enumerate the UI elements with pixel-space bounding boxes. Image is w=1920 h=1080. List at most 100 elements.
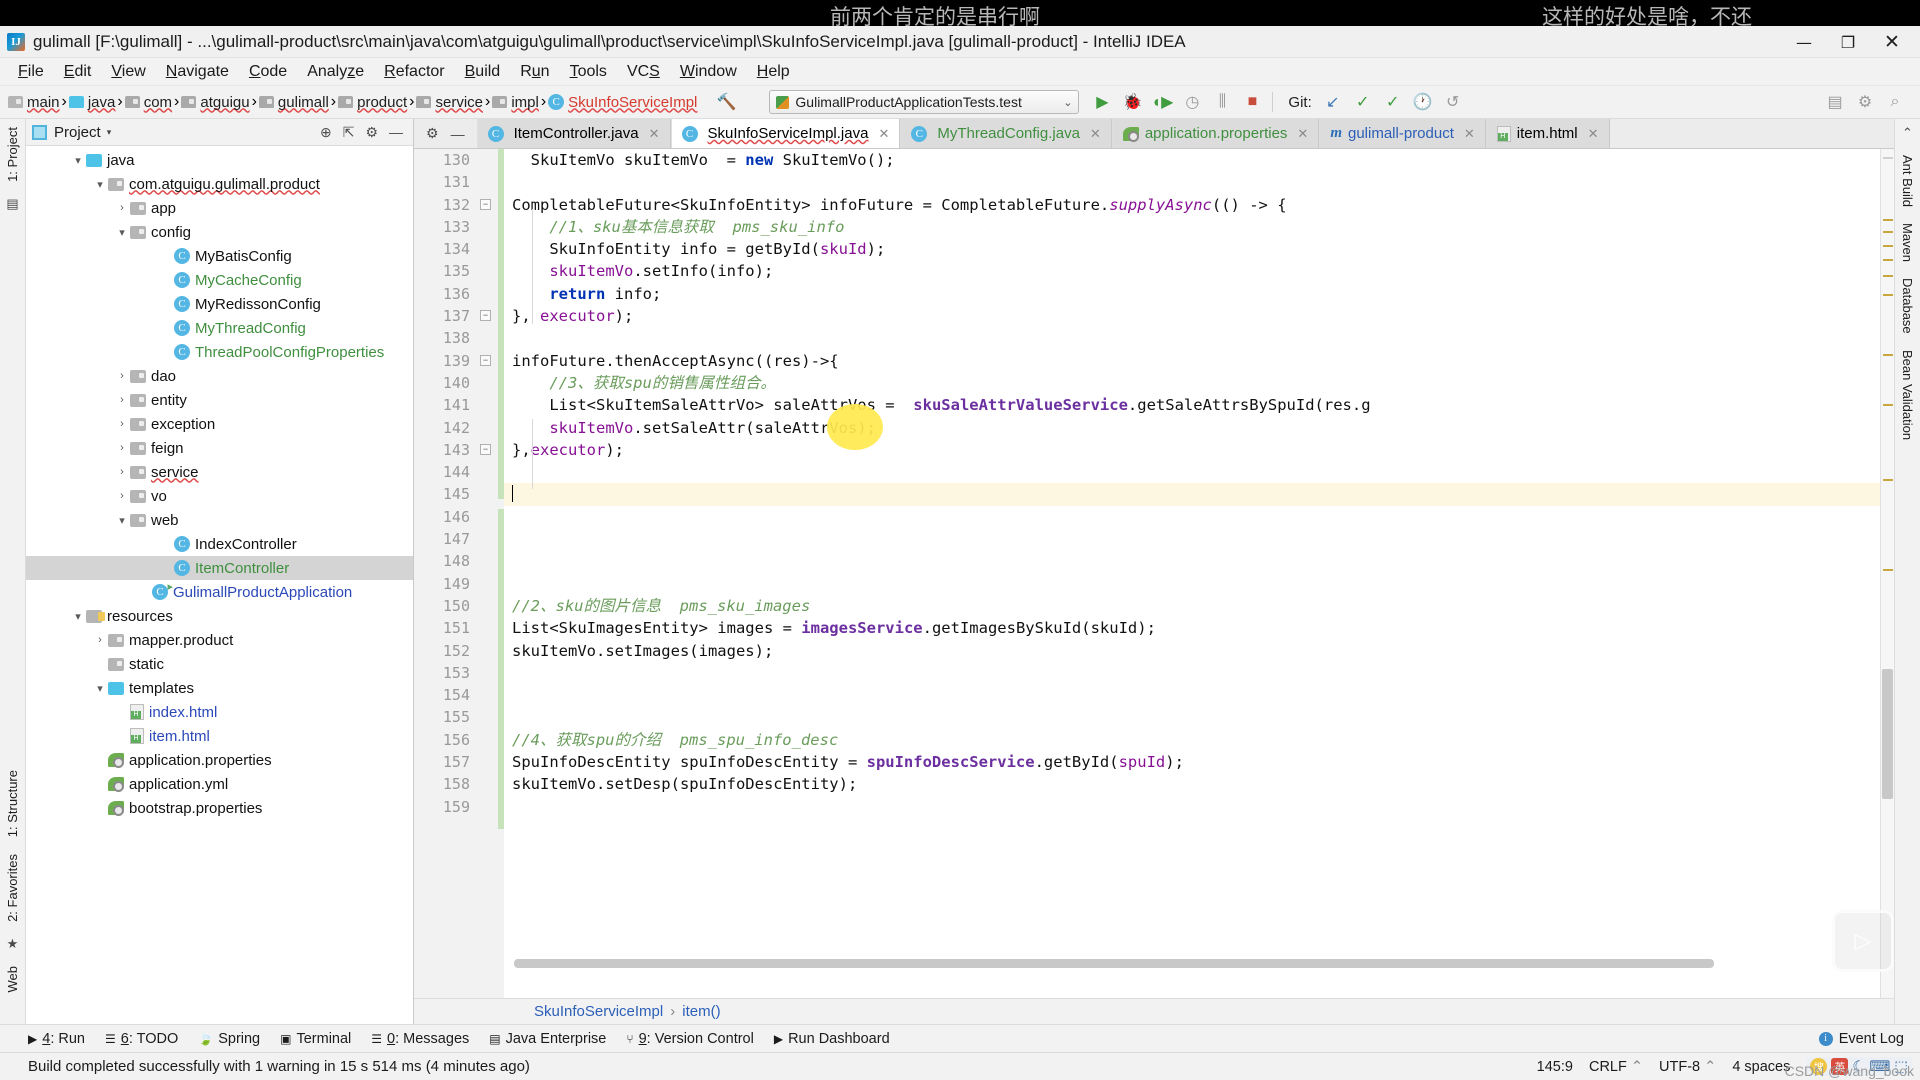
tool-run[interactable]: ▶ 4: Run (28, 1031, 85, 1047)
close-icon[interactable]: ✕ (1588, 126, 1599, 142)
star-icon[interactable]: ★ (7, 936, 19, 952)
tree-node-app[interactable]: › app (26, 196, 413, 220)
chevron-down-icon[interactable]: ▾ (70, 154, 86, 167)
tool-messages[interactable]: ☰ 0: Messages (371, 1031, 469, 1047)
menu-item-navigate[interactable]: Navigate (156, 61, 239, 83)
line-number[interactable]: 143 (414, 439, 476, 461)
chevron-down-icon[interactable]: ▾ (114, 226, 130, 239)
editor-tab-mythreadconfig-java[interactable]: C MyThreadConfig.java ✕ (900, 119, 1112, 148)
tree-node-mybatisconfig[interactable]: C MyBatisConfig (26, 244, 413, 268)
line-number[interactable]: 130 (414, 149, 476, 171)
chevron-right-icon[interactable]: › (114, 418, 130, 430)
code-line[interactable]: return info; (504, 283, 1880, 305)
caret-position[interactable]: 145:9 (1537, 1059, 1573, 1075)
code-line[interactable] (504, 796, 1880, 818)
run-configuration-selector[interactable]: GulimallProductApplicationTests.test ⌄ (769, 90, 1080, 114)
editor-tab-item-html[interactable]: item.html ✕ (1485, 119, 1610, 148)
line-number[interactable]: 144 (414, 461, 476, 483)
stop-icon[interactable]: ■ (1237, 88, 1267, 116)
tree-node-itemcontroller[interactable]: C ItemController (26, 556, 413, 580)
chevron-down-icon[interactable]: ▾ (107, 127, 112, 138)
line-number[interactable]: 158 (414, 773, 476, 795)
run-icon[interactable]: ▶ (1087, 88, 1117, 116)
menu-item-view[interactable]: View (101, 61, 155, 83)
line-number[interactable]: 135 (414, 260, 476, 282)
code-line[interactable] (504, 483, 1880, 506)
breadcrumb-item-product[interactable]: product (336, 93, 409, 112)
breadcrumb-item-com[interactable]: com (123, 93, 174, 112)
editor-tab-application-properties[interactable]: application.properties ✕ (1111, 119, 1320, 148)
menu-item-help[interactable]: Help (747, 61, 800, 83)
settings-gear-icon[interactable]: ⚙ (426, 125, 439, 142)
menu-item-edit[interactable]: Edit (54, 61, 102, 83)
editor-tab-gulimall-product[interactable]: m gulimall-product ✕ (1319, 119, 1486, 148)
tree-node-exception[interactable]: › exception (26, 412, 413, 436)
chevron-right-icon[interactable]: › (114, 490, 130, 502)
line-number[interactable]: 131 (414, 171, 476, 193)
tree-node-config[interactable]: ▾ config (26, 220, 413, 244)
line-number[interactable]: 157 (414, 751, 476, 773)
code-line[interactable]: infoFuture.thenAcceptAsync((res)->{ (504, 350, 1880, 372)
rail-tab-ant-build[interactable]: Ant Build (1897, 147, 1918, 215)
chevron-right-icon[interactable]: › (114, 370, 130, 382)
line-number[interactable]: 149 (414, 573, 476, 595)
tree-node-mythreadconfig[interactable]: C MyThreadConfig (26, 316, 413, 340)
breadcrumb-method[interactable]: item() (682, 1003, 720, 1020)
fold-toggle-icon[interactable]: − (480, 310, 491, 322)
line-number[interactable]: 141 (414, 394, 476, 416)
menu-item-analyze[interactable]: Analyze (297, 61, 374, 83)
tree-node-application-properties[interactable]: application.properties (26, 748, 413, 772)
locate-icon[interactable]: ⊕ (320, 124, 332, 141)
video-play-overlay-icon[interactable]: ▷ (1832, 910, 1894, 972)
settings-gear-icon[interactable]: ⚙ (365, 124, 378, 141)
chevron-down-icon[interactable]: ▾ (92, 178, 108, 191)
hide-panel-icon[interactable]: — (451, 126, 465, 142)
chevron-right-icon[interactable]: › (92, 634, 108, 646)
code-line[interactable]: //2、sku的图片信息 pms_sku_images (504, 595, 1880, 617)
code-text[interactable]: SkuItemVo skuItemVo = new SkuItemVo(); C… (504, 149, 1880, 998)
line-separator[interactable]: CRLF ⌃ (1589, 1059, 1643, 1075)
fold-toggle-icon[interactable]: − (480, 443, 491, 455)
code-line[interactable]: List<SkuItemSaleAttrVo> saleAttrVos = sk… (504, 394, 1880, 416)
push-icon[interactable]: ✓ (1378, 88, 1408, 116)
breadcrumb-item-gulimall[interactable]: gulimall (257, 93, 331, 112)
tool-version-control[interactable]: ⑂ 9: Version Control (626, 1031, 753, 1047)
chevron-right-icon[interactable]: › (114, 442, 130, 454)
chevron-right-icon[interactable]: › (114, 394, 130, 406)
debug-icon[interactable]: 🐞 (1117, 88, 1147, 116)
menu-item-build[interactable]: Build (455, 61, 511, 83)
code-line[interactable] (504, 528, 1880, 550)
line-number[interactable]: 156 (414, 729, 476, 751)
run-with-coverage-icon[interactable]: ◖▶ (1147, 88, 1177, 116)
tree-node-bootstrap-properties[interactable]: bootstrap.properties (26, 796, 413, 820)
project-tree[interactable]: ▾ java ▾ com.atguigu.gulimall.product › app ▾ c… (26, 146, 413, 1024)
code-line[interactable]: },executor); (504, 439, 1880, 461)
project-structure-icon[interactable]: ▤ (1820, 88, 1850, 116)
menu-item-tools[interactable]: Tools (560, 61, 617, 83)
rail-tab-structure[interactable]: 1: Structure (2, 762, 23, 845)
breadcrumb-item-atguigu[interactable]: atguigu (179, 93, 251, 112)
code-line[interactable] (504, 706, 1880, 728)
attach-process-icon[interactable]: ⫼ (1207, 88, 1237, 116)
structure-small-icon[interactable]: ▤ (6, 196, 18, 212)
line-number[interactable]: 134 (414, 238, 476, 260)
line-number[interactable]: 147 (414, 528, 476, 550)
code-line[interactable]: //4、获取spu的介绍 pms_spu_info_desc (504, 729, 1880, 751)
line-number[interactable]: 140 (414, 372, 476, 394)
menu-item-code[interactable]: Code (239, 61, 297, 83)
tree-node-item-html[interactable]: item.html (26, 724, 413, 748)
close-icon[interactable]: ✕ (649, 126, 660, 142)
line-number[interactable]: 148 (414, 550, 476, 572)
hide-icon[interactable]: — (389, 124, 403, 140)
close-icon[interactable]: ✕ (1090, 126, 1101, 142)
rail-tab-web[interactable]: Web (2, 958, 23, 1001)
code-line[interactable] (504, 506, 1880, 528)
breadcrumb-item-impl[interactable]: impl (490, 93, 541, 112)
code-line[interactable] (504, 550, 1880, 572)
code-line[interactable]: skuItemVo.setImages(images); (504, 640, 1880, 662)
chevron-down-icon[interactable]: ▾ (70, 610, 86, 623)
code-line[interactable] (504, 327, 1880, 349)
code-line[interactable]: skuItemVo.setDesp(spuInfoDescEntity); (504, 773, 1880, 795)
tree-node-static[interactable]: static (26, 652, 413, 676)
tree-node-myredissonconfig[interactable]: C MyRedissonConfig (26, 292, 413, 316)
